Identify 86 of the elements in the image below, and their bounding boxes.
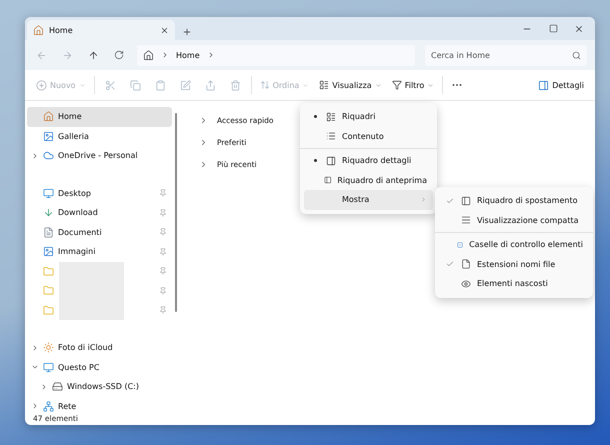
chevron-right-icon [31, 152, 39, 160]
picture-icon [43, 130, 54, 142]
cloud-icon [43, 150, 54, 162]
chevron-right-icon [40, 382, 48, 391]
compact-icon [461, 215, 471, 226]
search-icon [572, 50, 581, 60]
sidebar-item[interactable]: Windows-SSD (C:) [27, 377, 172, 396]
drive-icon [52, 381, 63, 392]
chevron-right-icon [31, 344, 39, 352]
monitor-icon [43, 362, 54, 373]
details-pane-icon [538, 80, 550, 90]
close-icon [160, 26, 169, 34]
sidebar-item[interactable]: Questo PC [27, 358, 172, 377]
menu-item[interactable]: Visualizzazione compatta [439, 210, 589, 230]
view-button[interactable]: Visualizza [314, 74, 387, 96]
view-icon [319, 80, 330, 90]
sidebar-item[interactable]: Rete [27, 396, 172, 416]
back-icon [36, 50, 46, 60]
chevron-right-icon [199, 160, 208, 168]
menu-item[interactable]: Riquadro dettagli [304, 151, 433, 170]
sidebar-item[interactable]: OneDrive - Personal [27, 146, 172, 166]
tab[interactable]: Home [27, 20, 175, 40]
caret-icon [302, 82, 310, 88]
sidebar-item[interactable]: Home [27, 107, 172, 126]
download-icon [43, 207, 54, 218]
home-icon [33, 24, 44, 36]
address-bar[interactable]: Home [137, 44, 415, 66]
home-icon [43, 111, 54, 122]
sun-icon [43, 342, 54, 354]
sidebar-item[interactable]: Foto di iCloud [27, 338, 172, 358]
forward-icon [62, 50, 72, 60]
maximize-icon [548, 24, 558, 33]
sidebar-item[interactable]: Download [27, 203, 172, 222]
copy-icon [130, 80, 141, 90]
refresh-icon [114, 50, 124, 60]
sidebar-item[interactable]: Immagini [27, 242, 172, 262]
sort-icon [260, 80, 270, 90]
menu-item[interactable]: Elementi nascosti [439, 274, 589, 294]
pane-icon [461, 196, 471, 206]
caret-icon [427, 82, 434, 88]
search-field[interactable]: Cerca in Home [425, 44, 587, 66]
close-icon [574, 24, 584, 34]
picture-icon [43, 246, 54, 258]
tiles-icon [326, 112, 336, 122]
chevron-right-icon [199, 116, 208, 124]
chevron-right-icon [420, 196, 427, 204]
plus-circle-icon [36, 80, 47, 90]
eye-icon [461, 278, 471, 289]
details-button[interactable]: Dettagli [533, 74, 589, 96]
submenu-item[interactable]: Mostra [304, 190, 433, 210]
breadcrumb-item[interactable]: Home [176, 50, 200, 60]
chevron-right-icon [199, 138, 208, 146]
caret-icon [78, 82, 86, 88]
menu-item[interactable]: Riquadro di anteprima [304, 170, 433, 190]
network-icon [43, 400, 54, 412]
menu-item[interactable]: Riquadro di spostamento [439, 191, 589, 210]
menu-item[interactable]: Caselle di controllo elementi [439, 235, 589, 254]
rename-icon [180, 80, 191, 90]
sidebar-item[interactable]: Desktop [27, 184, 172, 203]
sidebar-item[interactable]: Galleria [27, 126, 172, 146]
home-icon [143, 50, 154, 60]
preview-pane-icon [324, 175, 332, 186]
caret-icon [374, 82, 382, 88]
clipboard-icon [154, 80, 166, 90]
plus-icon [182, 27, 192, 37]
trash-icon [230, 80, 241, 90]
scissors-icon [104, 80, 116, 90]
folder-icon [43, 266, 54, 277]
checkbox-icon [457, 240, 464, 250]
menu-item[interactable]: Riquadri [304, 107, 433, 126]
filter-icon [392, 80, 402, 90]
chevron-right-icon [31, 402, 39, 410]
menu-item[interactable]: Estensioni nomi file [439, 254, 589, 274]
folder-icon [43, 285, 54, 296]
filter-button[interactable]: Filtro [386, 74, 440, 96]
document-icon [43, 226, 54, 238]
monitor-icon [43, 188, 54, 199]
details-pane-icon [326, 156, 336, 166]
up-icon [88, 50, 98, 60]
share-icon [204, 80, 216, 90]
menu-item[interactable]: Contenuto [304, 126, 433, 146]
chevron-right-icon [161, 51, 169, 59]
list-icon [326, 131, 336, 142]
file-icon [461, 259, 471, 270]
sidebar-item[interactable]: Documenti [27, 222, 172, 242]
folder-icon [43, 304, 54, 316]
